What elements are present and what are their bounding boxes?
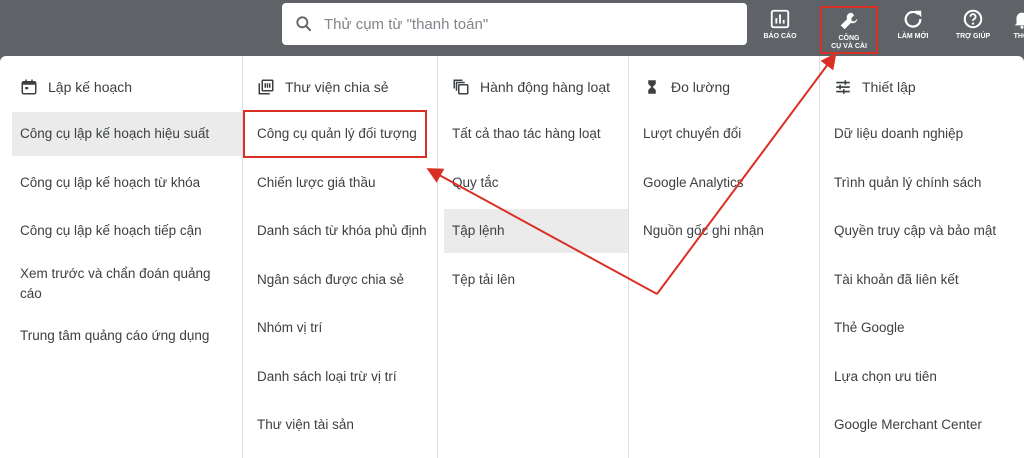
menu-item-placement-exclusion-lists[interactable]: Danh sách loại trừ vị trí: [243, 355, 437, 399]
menu-column-setup: Thiết lập Dữ liệu doanh nghiệp Trình quả…: [820, 56, 1024, 458]
tools-and-settings-button[interactable]: CÔNG CỤ VÀ CÀI: [820, 6, 878, 54]
bell-icon: [1014, 12, 1024, 29]
menu-item-all-bulk-actions[interactable]: Tất cả thao tác hàng loạt: [444, 112, 628, 156]
tools-menu-panel: Lập kế hoạch Công cụ lập kế hoạch hiệu s…: [0, 56, 1024, 458]
menu-column-bulk-actions: Hành động hàng loạt Tất cả thao tác hàng…: [438, 56, 629, 458]
menu-item-ad-preview[interactable]: Xem trước và chẩn đoán quảng cáo: [12, 258, 242, 310]
column-title: Hành động hàng loạt: [480, 79, 610, 95]
menu-item-app-advertising-hub[interactable]: Trung tâm quảng cáo ứng dụng: [12, 314, 242, 358]
menu-item-negative-keyword-lists[interactable]: Danh sách từ khóa phủ định: [243, 209, 437, 253]
menu-item-google-tag[interactable]: Thẻ Google: [826, 306, 1024, 350]
column-title: Lập kế hoạch: [48, 79, 133, 95]
reports-button[interactable]: BÁO CÁO: [756, 8, 804, 52]
hourglass-icon: [648, 80, 656, 94]
wrench-icon: [840, 12, 858, 30]
notifications-label: THÔI: [1013, 33, 1024, 40]
column-title: Đo lường: [671, 79, 731, 95]
tools-label-line2: CỤ VÀ CÀI: [831, 43, 867, 50]
menu-item-linked-accounts[interactable]: Tài khoản đã liên kết: [826, 258, 1024, 302]
menu-item-performance-planner[interactable]: Công cụ lập kế hoạch hiệu suất: [12, 112, 242, 156]
menu-item-location-groups[interactable]: Nhóm vị trí: [243, 306, 437, 350]
menu-item-attribution[interactable]: Nguồn gốc ghi nhận: [635, 209, 819, 253]
tools-label-line1: CÔNG: [838, 35, 860, 42]
menu-item-scripts[interactable]: Tập lệnh: [444, 209, 628, 253]
search-box[interactable]: [282, 3, 747, 45]
menu-column-shared-library: Thư viện chia sẻ Công cụ quản lý đối tượ…: [243, 56, 438, 458]
menu-item-uploads[interactable]: Tệp tải lên: [444, 258, 628, 302]
bulk-actions-icon: [453, 79, 469, 95]
column-header: Thư viện chia sẻ: [243, 76, 437, 98]
refresh-icon: [904, 10, 922, 28]
library-icon: [258, 79, 274, 95]
help-button[interactable]: TRỢ GIÚP: [948, 8, 998, 52]
menu-item-preferences[interactable]: Lựa chọn ưu tiên: [826, 355, 1024, 399]
help-label: TRỢ GIÚP: [955, 33, 991, 40]
refresh-button[interactable]: LÀM MỚI: [888, 8, 938, 52]
menu-item-bid-strategies[interactable]: Chiến lược giá thầu: [243, 161, 437, 205]
refresh-label: LÀM MỚI: [897, 33, 929, 40]
top-bar: BÁO CÁO CÔNG CỤ VÀ CÀI LÀM MỚI TRỢ GIÚP …: [0, 0, 1024, 56]
menu-item-google-merchant-center[interactable]: Google Merchant Center: [826, 403, 1024, 447]
column-title: Thiết lập: [862, 79, 916, 95]
search-icon: [296, 16, 312, 32]
menu-item-shared-budgets[interactable]: Ngân sách được chia sẻ: [243, 258, 437, 302]
reports-label: BÁO CÁO: [763, 33, 797, 40]
column-header: Lập kế hoạch: [12, 76, 242, 98]
column-header: Hành động hàng loạt: [444, 76, 628, 98]
calendar-icon: [21, 79, 37, 95]
column-title: Thư viện chia sẻ: [285, 79, 389, 95]
menu-item-conversions[interactable]: Lượt chuyển đổi: [635, 112, 819, 156]
menu-item-reach-planner[interactable]: Công cụ lập kế hoạch tiếp cận: [12, 209, 242, 253]
menu-column-planning: Lập kế hoạch Công cụ lập kế hoạch hiệu s…: [0, 56, 243, 458]
menu-item-rules[interactable]: Quy tắc: [444, 161, 628, 205]
menu-item-business-data[interactable]: Dữ liệu doanh nghiệp: [826, 112, 1024, 156]
search-input[interactable]: [324, 15, 724, 33]
bar-chart-icon: [770, 9, 790, 29]
column-header: Thiết lập: [826, 76, 1024, 98]
menu-item-audience-manager[interactable]: Công cụ quản lý đối tượng: [243, 112, 437, 156]
notifications-button[interactable]: THÔI: [1002, 8, 1024, 52]
menu-item-access-and-security[interactable]: Quyền truy cập và bảo mật: [826, 209, 1024, 253]
menu-item-policy-manager[interactable]: Trình quản lý chính sách: [826, 161, 1024, 205]
menu-item-asset-library[interactable]: Thư viện tài sản: [243, 403, 437, 447]
column-header: Đo lường: [635, 76, 819, 98]
menu-item-keyword-planner[interactable]: Công cụ lập kế hoạch từ khóa: [12, 161, 242, 205]
menu-column-measurement: Đo lường Lượt chuyển đổi Google Analytic…: [629, 56, 820, 458]
menu-item-google-analytics[interactable]: Google Analytics: [635, 161, 819, 205]
settings-sliders-icon: [836, 80, 850, 94]
help-icon: [963, 9, 983, 29]
